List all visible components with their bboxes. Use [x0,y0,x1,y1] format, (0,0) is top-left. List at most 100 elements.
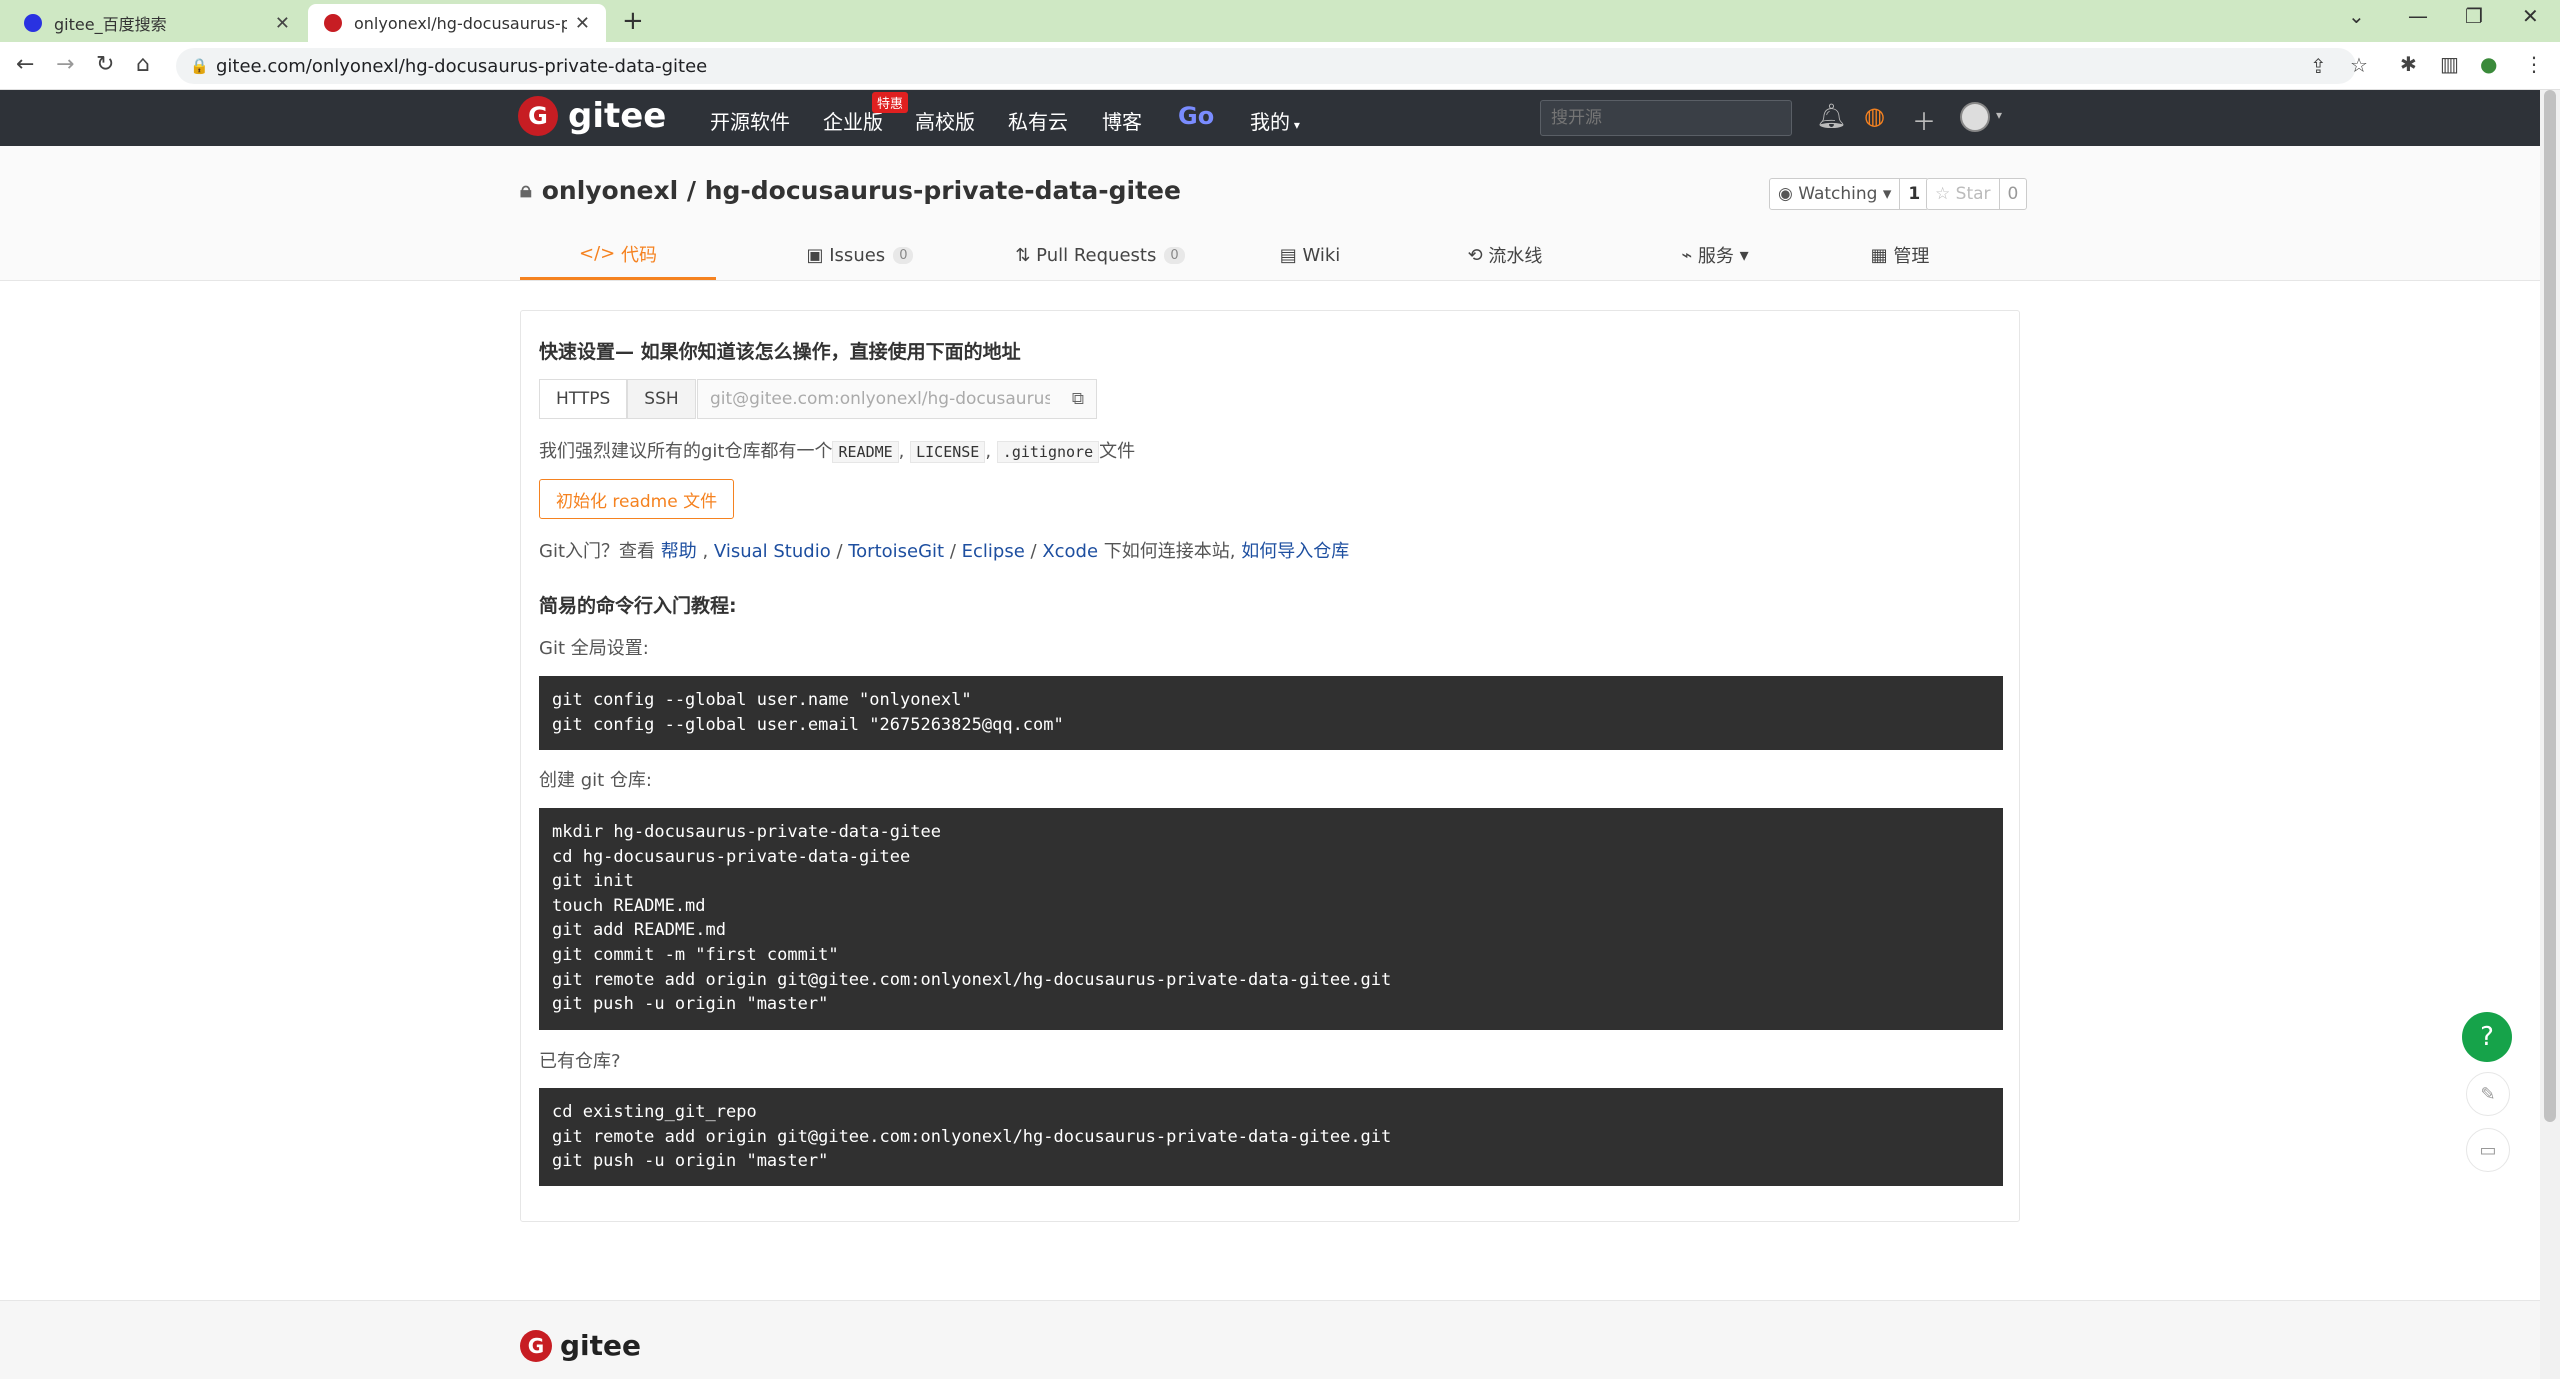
star-icon: ☆ [1935,184,1956,204]
recommend-prefix: 我们强烈建议所有的git仓库都有一个 [539,441,833,462]
import-repo-link[interactable]: 如何导入仓库 [1241,541,1349,562]
caret-down-icon: ▾ [1290,118,1300,132]
quick-setup-panel: 快速设置— 如果你知道该怎么操作，直接使用下面的地址 HTTPS SSH git… [520,310,2020,1222]
xcode-link[interactable]: Xcode [1042,541,1098,562]
watching-button[interactable]: ◉ Watching ▾ 1 [1769,178,1930,210]
enterprise-badge: 特惠 [872,92,909,113]
quick-setup-heading: 快速设置— 如果你知道该怎么操作，直接使用下面的地址 [539,341,1021,363]
init-readme-button[interactable]: 初始化 readme 文件 [539,479,735,519]
star-icon[interactable]: ☆ [2350,53,2368,77]
nav-mine-label: 我的 [1250,110,1290,134]
home-icon[interactable]: ⌂ [136,52,150,77]
comment-icon[interactable]: ▭ [2466,1128,2510,1172]
baidu-icon [24,14,42,32]
tab-code[interactable]: </> 代码 [520,230,716,280]
plus-icon[interactable]: ＋ [1912,102,1936,137]
caret-down-icon[interactable]: ▾ [1996,108,2002,122]
ssh-button[interactable]: SSH [627,379,696,419]
tab-label: 流水线 [1488,246,1543,267]
footer-logo[interactable]: G gitee [520,1329,641,1362]
visual-studio-link[interactable]: Visual Studio [714,541,831,562]
page-scrollbar[interactable] [2540,90,2560,1379]
readme-code: README [832,441,899,463]
nav-go[interactable]: Go [1178,102,1214,130]
tab-label: Issues [829,244,886,266]
gitee-logo-icon: G [518,96,558,136]
issues-count: 0 [893,246,914,264]
url-input[interactable]: 🔒 gitee.com/onlyonexl/hg-docusaurus-priv… [176,48,2368,84]
search-input[interactable] [1540,100,1792,136]
https-button[interactable]: HTTPS [539,379,628,419]
help-text: Git入门？查看 帮助 , Visual Studio / TortoiseGi… [539,541,1350,562]
manage-icon: ▦ [1870,244,1894,266]
tab-pipeline[interactable]: ⟲ 流水线 [1420,230,1590,280]
avatar[interactable] [1960,102,1990,132]
create-repo-code: mkdir hg-docusaurus-private-data-gitee c… [539,808,2003,1030]
star-label: ☆ Star [1927,179,1999,209]
bell-icon[interactable]: 🔔︎ [1816,102,1846,130]
nav-blog[interactable]: 博客 [1102,106,1142,135]
tab-wiki[interactable]: ▤ Wiki [1240,230,1380,280]
gitee-logo-icon: G [520,1329,552,1362]
pipeline-icon: ⟲ [1467,244,1489,266]
url-text: gitee.com/onlyonexl/hg-docusaurus-privat… [216,56,708,77]
gitee-logo[interactable]: G gitee [518,96,666,136]
watching-count[interactable]: 1 [1899,179,1928,209]
tortoisegit-link[interactable]: TortoiseGit [848,541,944,562]
tutorial-heading: 简易的命令行入门教程: [539,595,737,617]
forward-icon[interactable]: → [56,52,74,77]
close-icon[interactable]: ✕ [575,13,590,34]
tab-manage[interactable]: ▦ 管理 [1820,230,1980,280]
tab-pull-requests[interactable]: ⇅ Pull Requests 0 [980,230,1220,280]
help-prefix: Git入门？查看 [539,541,656,562]
nav-university[interactable]: 高校版 [915,106,975,135]
existing-repo-label: 已有仓库? [539,1051,621,1072]
lightbulb-icon[interactable]: ◍ [1864,102,1885,130]
scrollbar-thumb[interactable] [2544,90,2556,1122]
site-header: G gitee 开源软件 企业版 特惠 高校版 私有云 博客 Go 我的 ▾ 🔔… [0,90,2540,146]
clone-url-text: git@gitee.com:onlyonexl/hg-docusaurus-pr… [710,389,1050,409]
tab-label: onlyonexl/hg-docusaurus-private-data-git… [354,13,567,33]
new-tab-icon[interactable]: + [622,6,644,36]
gitignore-code: .gitignore [996,441,1100,463]
share-icon[interactable]: ⇪ [2310,54,2327,78]
watching-label: ◉ Watching ▾ [1778,184,1892,204]
chevron-down-icon[interactable]: ⌄ [2348,4,2365,28]
sidebar-icon[interactable]: ▥ [2440,52,2459,76]
browser-tab-gitee[interactable]: onlyonexl/hg-docusaurus-private-data-git… [308,4,606,42]
back-icon[interactable]: ← [16,52,34,77]
edit-icon[interactable]: ✎ [2466,1072,2510,1116]
star-button[interactable]: ☆ Star 0 [1926,178,2028,210]
tab-label: 服务 [1697,246,1734,267]
close-icon[interactable]: ✕ [275,13,290,34]
recommend-text: 我们强烈建议所有的git仓库都有一个 README, LICENSE, .giti… [539,441,1136,463]
clone-url-field[interactable]: git@gitee.com:onlyonexl/hg-docusaurus-pr… [697,379,1097,419]
tab-label: 代码 [620,244,657,266]
nav-open-source[interactable]: 开源软件 [710,106,790,135]
extensions-icon[interactable]: ✱ [2400,52,2417,76]
pull-request-icon: ⇅ [1015,244,1037,266]
pulse-icon: ⌁ [1681,244,1698,266]
window-close-icon[interactable]: ✕ [2522,4,2539,28]
tab-services[interactable]: ⌁ 服务 ▾ [1630,230,1800,280]
minimize-icon[interactable]: — [2408,4,2428,28]
browser-tab-baidu[interactable]: gitee_百度搜索 ✕ [8,4,306,42]
footer-logo-text: gitee [560,1329,642,1362]
eclipse-link[interactable]: Eclipse [962,541,1025,562]
tab-label: Pull Requests [1036,244,1157,266]
nav-private-cloud[interactable]: 私有云 [1008,106,1068,135]
menu-icon[interactable]: ⋮ [2524,52,2544,76]
star-count[interactable]: 0 [1998,179,2027,209]
profile-icon[interactable]: ● [2480,52,2497,76]
restore-icon[interactable]: ❐ [2465,4,2483,28]
protocol-switch: HTTPS SSH [539,379,696,419]
repo-title-text[interactable]: onlyonexl / hg-docusaurus-private-data-g… [542,176,1181,205]
copy-icon[interactable]: ⧉ [1072,389,1084,409]
nav-mine[interactable]: 我的 ▾ [1250,106,1300,135]
reload-icon[interactable]: ↻ [96,52,114,77]
logo-text: gitee [568,96,667,136]
help-button[interactable]: ? [2462,1012,2512,1062]
help-link[interactable]: 帮助 [661,541,697,562]
watching-text: Watching [1798,184,1878,204]
tab-issues[interactable]: ▣ Issues 0 [760,230,960,280]
